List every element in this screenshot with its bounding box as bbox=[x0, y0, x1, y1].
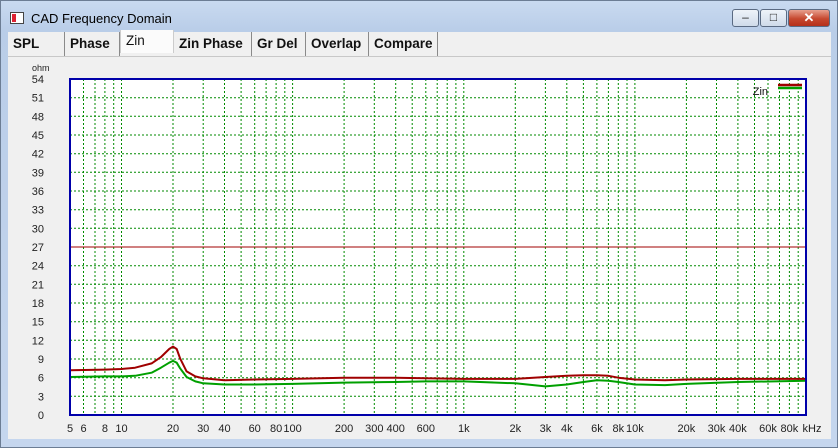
y-tick-label: 54 bbox=[32, 74, 44, 86]
y-tick-label: 48 bbox=[32, 111, 44, 123]
y-tick-label: 15 bbox=[32, 317, 44, 329]
x-tick-label: 80k bbox=[781, 423, 799, 435]
y-tick-label: 12 bbox=[32, 335, 44, 347]
x-tick-label: 6 bbox=[80, 423, 86, 435]
y-tick-label: 39 bbox=[32, 167, 44, 179]
x-tick-label: 10 bbox=[115, 423, 127, 435]
y-tick-label: 3 bbox=[38, 391, 44, 403]
x-tick-label: 10k bbox=[626, 423, 644, 435]
y-tick-label: 42 bbox=[32, 149, 44, 161]
y-axis-unit-label: ohm bbox=[32, 63, 50, 73]
x-tick-label: 200 bbox=[335, 423, 353, 435]
x-tick-label: 60 bbox=[249, 423, 261, 435]
x-tick-label: 1k bbox=[458, 423, 470, 435]
x-tick-label: 2k bbox=[509, 423, 521, 435]
x-tick-label: 40 bbox=[218, 423, 230, 435]
y-tick-label: 9 bbox=[38, 354, 44, 366]
y-tick-label: 51 bbox=[32, 93, 44, 105]
x-tick-label: 5 bbox=[67, 423, 73, 435]
x-tick-label: 80 bbox=[270, 423, 282, 435]
y-tick-label: 27 bbox=[32, 242, 44, 254]
impedance-chart: 0369121518212427303336394245485154ohm5 6 8… bbox=[32, 63, 822, 435]
x-tick-label: 20k bbox=[678, 423, 696, 435]
y-tick-label: 21 bbox=[32, 279, 44, 291]
x-tick-label: 400 bbox=[387, 423, 405, 435]
y-tick-label: 0 bbox=[38, 410, 44, 422]
x-tick-label: 40k bbox=[729, 423, 747, 435]
y-tick-label: 36 bbox=[32, 186, 44, 198]
x-tick-label: 100 bbox=[283, 423, 301, 435]
legend-label: Zin bbox=[753, 86, 768, 98]
x-tick-label: 6k bbox=[591, 423, 603, 435]
x-tick-label: 600 bbox=[417, 423, 435, 435]
x-tick-label: 8 bbox=[102, 423, 108, 435]
y-tick-label: 24 bbox=[32, 261, 44, 273]
x-tick-label: 20 bbox=[167, 423, 179, 435]
y-tick-label: 45 bbox=[32, 130, 44, 142]
y-tick-label: 33 bbox=[32, 205, 44, 217]
y-tick-label: 30 bbox=[32, 223, 44, 235]
x-tick-label: 3k bbox=[540, 423, 552, 435]
x-tick-label: 300 bbox=[365, 423, 383, 435]
x-axis-unit-label: kHz bbox=[803, 423, 822, 435]
x-tick-label: 60k bbox=[759, 423, 777, 435]
x-tick-label: 4k bbox=[561, 423, 573, 435]
x-tick-label: 30k bbox=[708, 423, 726, 435]
x-tick-label: 8k bbox=[612, 423, 624, 435]
x-tick-label: 30 bbox=[197, 423, 209, 435]
y-tick-label: 18 bbox=[32, 298, 44, 310]
y-tick-label: 6 bbox=[38, 373, 44, 385]
